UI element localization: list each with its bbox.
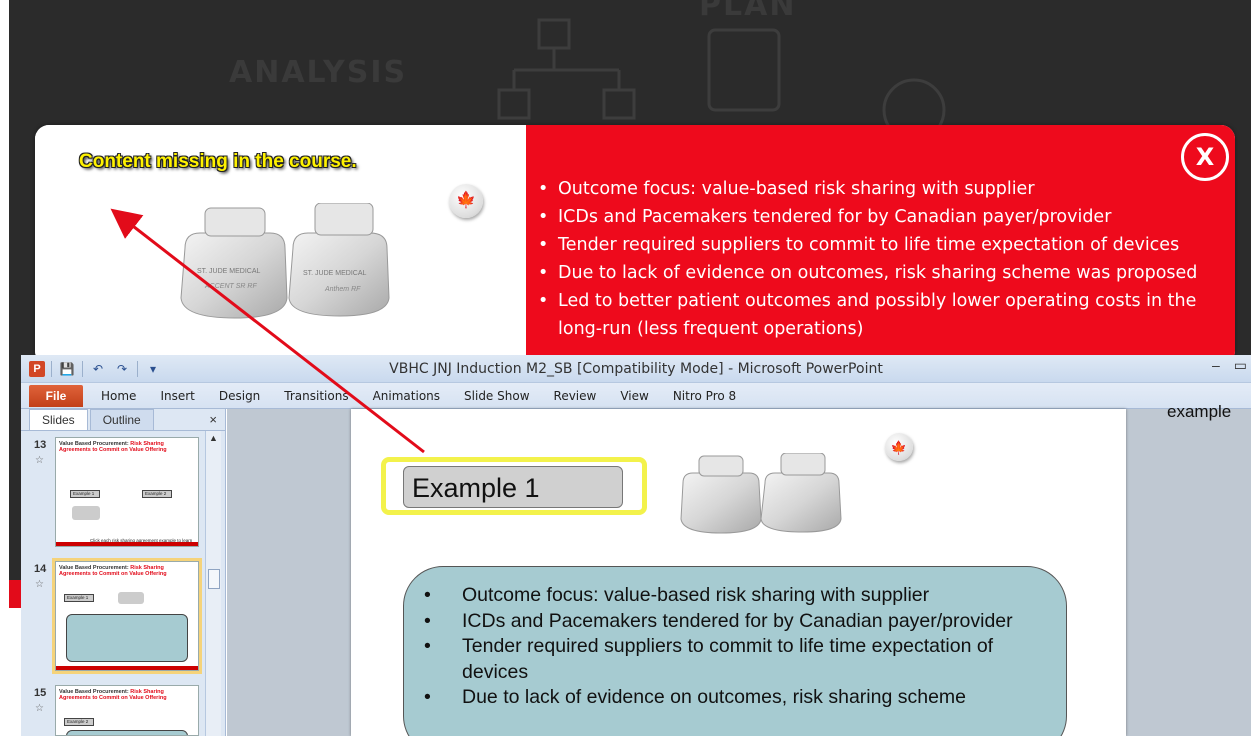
slide-bullet: ICDs and Pacemakers tendered for by Cana… [422,609,1030,635]
example-1-button[interactable]: Example 1 [403,466,623,508]
popup-bullet: Led to better patient outcomes and possi… [538,287,1208,343]
minimize-button[interactable]: – [1212,357,1220,374]
slide-number: 14 [34,563,47,575]
side-text-example: example [1167,402,1232,421]
course-popup: Content missing in the course. ST. JUDE … [35,125,1235,365]
slide-editor-area: Example 1 🍁 Outcome focus: v [227,409,1251,736]
slide-number: 13 [34,439,47,451]
slide-thumbnail-image: Value Based Procurement: Risk Sharing Agr… [55,685,199,736]
pane-close-icon[interactable]: × [209,412,217,427]
thumb-example-button: Example 2 [142,490,172,498]
scroll-up-icon[interactable]: ▲ [209,433,218,443]
tab-file[interactable]: File [29,384,83,407]
popup-bullet: Due to lack of evidence on outcomes, ris… [538,259,1208,287]
slide-thumbnail-image: Value Based Procurement: Risk Sharing Agr… [55,437,199,547]
thumb-bullet-box [66,730,188,735]
tab-animations[interactable]: Animations [373,389,440,403]
thumb-device-image [72,506,100,520]
slide-bullet: Due to lack of evidence on outcomes, ris… [422,685,1030,711]
pacemaker-devices-image: ST. JUDE MEDICAL ACCENT SR RF ST. JUDE M… [180,203,390,319]
scrollbar-thumb[interactable] [208,569,220,589]
slide-thumbnail-14[interactable]: 14 ☆ Value Based Procurement: Risk Shari… [21,558,202,676]
thumb-footer-bar [56,542,198,546]
popup-bullet: ICDs and Pacemakers tendered for by Cana… [538,203,1208,231]
slide-thumbnail-13[interactable]: 13 ☆ Value Based Procurement: Risk Shari… [21,437,201,552]
device-label-brand-2: ST. JUDE MEDICAL [303,270,367,277]
slide-canvas[interactable]: Example 1 🍁 Outcome focus: v [351,409,1126,736]
thumb-title: Value Based Procurement: Risk Sharing Agr… [59,441,167,453]
powerpoint-window: P 💾 ↶ ↷ ▾ VBHC JNJ Induction M2_SB [Comp… [21,355,1251,736]
tab-slides[interactable]: Slides [29,409,88,430]
slides-pane: Slides Outline × 13 ☆ Value Based Procur… [21,409,226,736]
canada-flag-icon: 🍁 [449,184,483,218]
thumb-example-button: Example 1 [70,490,100,498]
thumb-title: Value Based Procurement: Risk Sharing Agr… [59,565,167,577]
annotation-note: Content missing in the course. [79,151,357,172]
maximize-button[interactable]: ▭ [1234,357,1247,374]
tab-slide-show[interactable]: Slide Show [464,389,529,403]
thumb-example-button: Example 2 [64,718,94,726]
window-controls: – ▭ [1212,357,1247,374]
slide-bullet: Tender required suppliers to commit to l… [422,634,1030,685]
tab-insert[interactable]: Insert [160,389,194,403]
tab-review[interactable]: Review [554,389,597,403]
tab-home[interactable]: Home [101,389,136,403]
popup-bullet: Outcome focus: value-based risk sharing … [538,175,1208,203]
slide-bullet-box: Outcome focus: value-based risk sharing … [403,566,1067,736]
tab-transitions[interactable]: Transitions [284,389,348,403]
device-label-brand-1: ST. JUDE MEDICAL [197,268,261,275]
thumb-device-image [118,592,144,604]
popup-image-panel: Content missing in the course. ST. JUDE … [35,125,526,365]
popup-text-panel: Outcome focus: value-based risk sharing … [526,125,1235,365]
pane-tabs: Slides Outline × [21,409,225,431]
slide-thumbnail-15[interactable]: 15 ☆ Value Based Procurement: Risk Shari… [21,685,201,736]
slide-bullet: Outcome focus: value-based risk sharing … [422,583,1030,609]
device-label-model-1: ACCENT SR RF [204,283,257,290]
ghost-diagram-icon [497,18,946,140]
popup-bullet: Tender required suppliers to commit to l… [538,231,1208,259]
thumb-example-button: Example 1 [64,594,94,602]
popup-close-button[interactable]: X [1181,133,1229,181]
thumb-bullet-box [66,614,188,662]
thumbnail-scrollbar[interactable]: ▲ [205,431,221,736]
thumb-title: Value Based Procurement: Risk Sharing Agr… [59,689,167,701]
animation-star-icon: ☆ [35,579,44,590]
ribbon-tabs: File Home Insert Design Transitions Anim… [21,383,1251,409]
tab-outline[interactable]: Outline [89,409,154,430]
example-1-highlight: Example 1 [381,457,647,515]
canada-flag-icon: 🍁 [885,433,913,461]
title-bar: P 💾 ↶ ↷ ▾ VBHC JNJ Induction M2_SB [Comp… [21,355,1251,383]
tab-design[interactable]: Design [219,389,260,403]
slide-thumbnail-image: Value Based Procurement: Risk Sharing Agr… [52,558,202,674]
animation-star-icon: ☆ [35,703,44,714]
slide-bullet-list: Outcome focus: value-based risk sharing … [422,583,1030,711]
thumb-footer-bar [56,666,198,670]
animation-star-icon: ☆ [35,455,44,466]
slide-devices-image [680,453,842,534]
tab-nitro-pro[interactable]: Nitro Pro 8 [673,389,736,403]
window-title: VBHC JNJ Induction M2_SB [Compatibility … [389,361,883,377]
popup-bullet-list: Outcome focus: value-based risk sharing … [538,175,1208,343]
slide-number: 15 [34,687,47,699]
tab-view[interactable]: View [620,389,648,403]
device-label-model-2: Anthem RF [324,286,361,293]
